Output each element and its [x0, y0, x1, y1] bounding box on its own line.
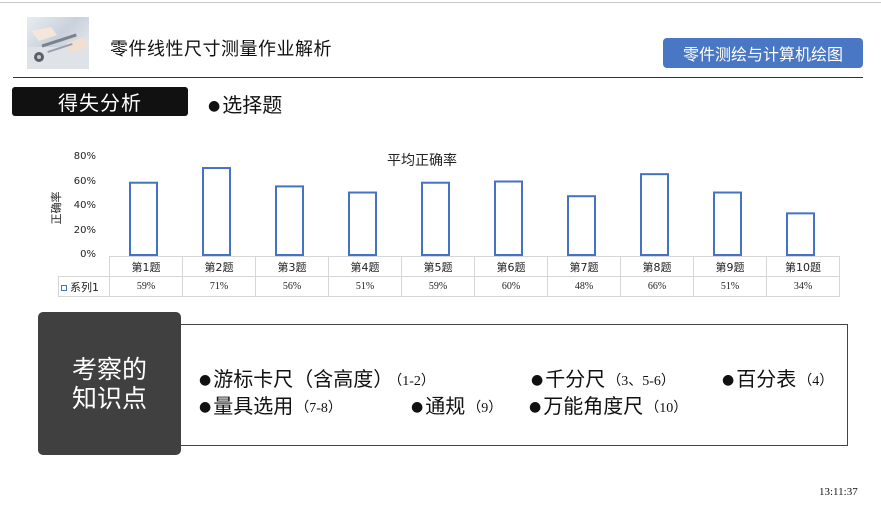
knowledge-point-name: 千分尺 — [545, 367, 606, 391]
category-label: 第2题 — [182, 256, 256, 277]
data-label: 66% — [620, 276, 694, 297]
bullet-icon: ● — [722, 372, 735, 388]
bar — [640, 173, 669, 256]
knowledge-point: ● 游标卡尺（含高度） （1-2） — [199, 363, 435, 392]
knowledge-point: ● 千分尺 （3、5-6） — [531, 363, 675, 392]
knowledge-point: ● 通规 （9） — [411, 390, 502, 419]
bullet-icon: ● — [531, 372, 544, 388]
bar — [275, 185, 304, 256]
category-label: 第10题 — [766, 256, 840, 277]
data-label: 60% — [474, 276, 548, 297]
knowledge-point-ref: （7-8） — [295, 401, 342, 416]
data-label: 34% — [766, 276, 840, 297]
bar — [421, 181, 450, 257]
knowledge-heading-line2: 知识点 — [71, 383, 147, 413]
bar — [348, 191, 377, 256]
knowledge-point-ref: （3、5-6） — [607, 374, 675, 389]
category-label: 第8题 — [620, 256, 694, 277]
knowledge-point-name: 游标卡尺（含高度） — [213, 367, 394, 391]
category-label: 第5题 — [401, 256, 475, 277]
data-label: 71% — [182, 276, 256, 297]
bar — [786, 212, 815, 257]
knowledge-point-name: 通规 — [425, 394, 466, 418]
knowledge-point-name: 百分表 — [736, 367, 797, 391]
category-label: 第1题 — [109, 256, 183, 277]
bar — [567, 195, 596, 256]
data-label: 51% — [328, 276, 402, 297]
knowledge-point: ● 万能角度尺 （10） — [529, 390, 687, 419]
bar — [494, 180, 523, 256]
data-label: 51% — [693, 276, 767, 297]
bar — [713, 191, 742, 256]
series-name: 系列1 — [70, 280, 99, 294]
category-label: 第6题 — [474, 256, 548, 277]
category-label: 第4题 — [328, 256, 402, 277]
knowledge-heading: 考察的 知识点 — [38, 312, 181, 455]
knowledge-heading-line1: 考察的 — [71, 354, 147, 384]
category-label: 第9题 — [693, 256, 767, 277]
bar — [202, 167, 231, 256]
knowledge-point-ref: （9） — [467, 401, 503, 416]
category-label: 第7题 — [547, 256, 621, 277]
chart-value-row: 系列1 59% 71% 56% 51% 59% 60% 48% 66% 51% … — [58, 276, 840, 297]
data-label: 56% — [255, 276, 329, 297]
bullet-icon: ● — [199, 399, 212, 415]
chart-category-row: 第1题 第2题 第3题 第4题 第5题 第6题 第7题 第8题 第9题 第10题 — [58, 256, 840, 277]
chart-data-table: 第1题 第2题 第3题 第4题 第5题 第6题 第7题 第8题 第9题 第10题… — [58, 256, 840, 297]
knowledge-point-name: 万能角度尺 — [543, 394, 644, 418]
knowledge-point-ref: （10） — [645, 401, 688, 416]
knowledge-point: ● 百分表 （4） — [722, 363, 833, 392]
data-label: 48% — [547, 276, 621, 297]
knowledge-point-name: 量具选用 — [213, 394, 294, 418]
legend-swatch-icon — [61, 284, 67, 291]
knowledge-point-ref: （4） — [798, 374, 834, 389]
bullet-icon: ● — [199, 372, 212, 388]
knowledge-point: ● 量具选用 （7-8） — [199, 390, 342, 419]
bullet-icon: ● — [411, 399, 424, 415]
clock: 13:11:37 — [819, 486, 858, 498]
bullet-icon: ● — [529, 399, 542, 415]
table-corner — [58, 256, 110, 277]
bar-chart — [129, 167, 815, 257]
data-label: 59% — [401, 276, 475, 297]
data-label: 59% — [109, 276, 183, 297]
knowledge-point-ref: （1-2） — [395, 374, 435, 389]
category-label: 第3题 — [255, 256, 329, 277]
bar — [129, 181, 158, 257]
series-legend: 系列1 — [58, 276, 110, 297]
